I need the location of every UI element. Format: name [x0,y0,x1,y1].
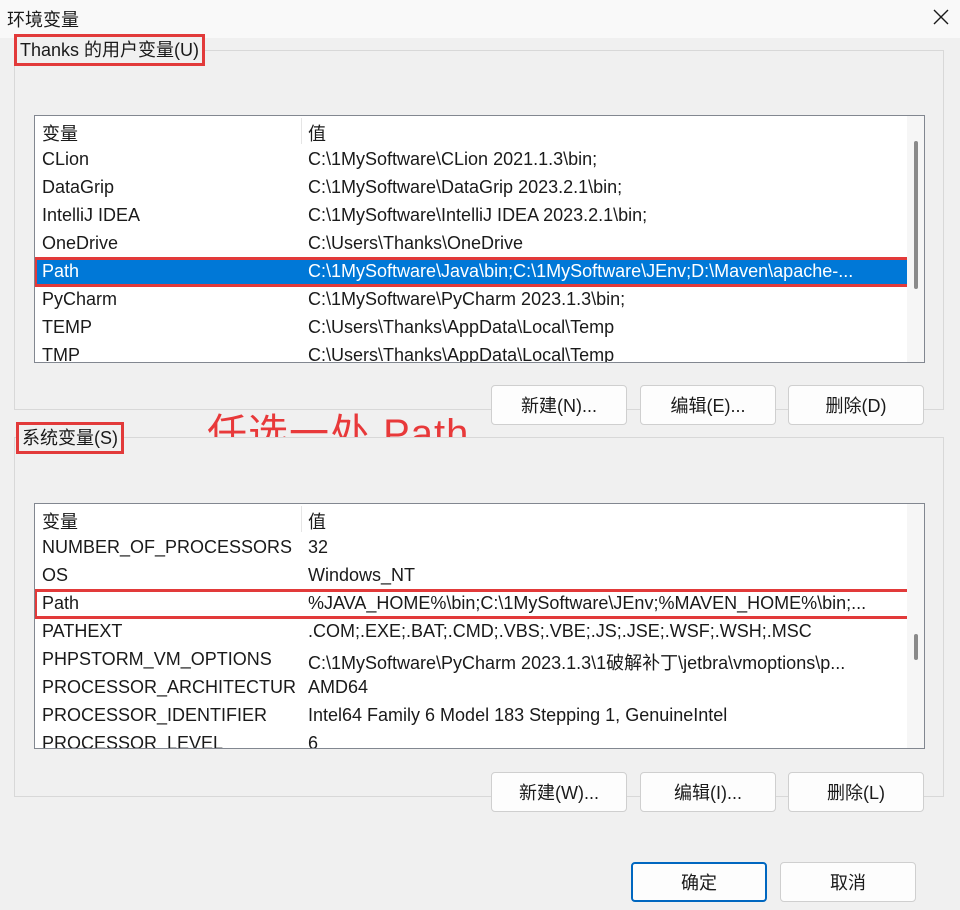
table-row[interactable]: OS Windows_NT [35,562,909,590]
cancel-button[interactable]: 取消 [780,862,916,902]
table-row[interactable]: PROCESSOR_ARCHITECTURE AMD64 [35,674,909,702]
variable-name: IntelliJ IDEA [42,205,141,225]
system-variables-list[interactable]: 变量 值 NUMBER_OF_PROCESSORS 32 OS Windows_NT P… [34,503,925,749]
variable-name: PHPSTORM_VM_OPTIONS [42,649,272,669]
column-header-variable[interactable]: 变量 [42,508,78,534]
table-row[interactable]: PROCESSOR_IDENTIFIER Intel64 Family 6 Mod… [35,702,909,730]
table-row[interactable]: CLion C:\1MySoftware\CLion 2021.1.3\bin; [35,146,909,174]
table-row[interactable]: PHPSTORM_VM_OPTIONS C:\1MySoftware\PyChar… [35,646,909,674]
variable-name: PROCESSOR_ARCHITECTURE [42,677,297,697]
table-row[interactable]: IntelliJ IDEA C:\1MySoftware\IntelliJ IDE… [35,202,909,230]
variable-name: Path [42,593,80,613]
variable-value: C:\1MySoftware\IntelliJ IDEA 2023.2.1\bi… [308,205,648,225]
user-variables-rows: CLion C:\1MySoftware\CLion 2021.1.3\bin; D… [35,146,910,363]
user-variables-legend: Thanks 的用户变量(U) [14,34,206,66]
variable-name: PATHEXT [42,621,123,641]
variable-value: %JAVA_HOME%\bin;C:\1MySoftware\JEnv;%MAV… [308,593,867,613]
variable-name: CLion [42,149,90,169]
user-delete-button[interactable]: 删除(D) [788,385,924,425]
close-button[interactable] [922,0,960,34]
system-list-scrollbar[interactable] [907,504,924,748]
table-row[interactable]: PyCharm C:\1MySoftware\PyCharm 2023.1.3\b… [35,286,909,314]
variable-name: NUMBER_OF_PROCESSORS [42,537,293,557]
column-separator[interactable] [301,506,302,532]
list-header: 变量 值 [35,504,909,534]
variable-value: C:\Users\Thanks\AppData\Local\Temp [308,317,615,337]
system-variables-rows: NUMBER_OF_PROCESSORS 32 OS Windows_NT Path %J… [35,534,910,749]
variable-value: C:\Users\Thanks\AppData\Local\Temp [308,345,615,363]
variable-name: DataGrip [42,177,115,197]
variable-value: C:\Users\Thanks\OneDrive [308,233,524,253]
table-row[interactable]: Path C:\1MySoftware\Java\bin;C:\1MySoftwa… [35,257,910,287]
variable-name: PROCESSOR_IDENTIFIER [42,705,268,725]
variable-value: C:\1MySoftware\PyCharm 2023.1.3\bin; [308,289,626,309]
system-edit-button[interactable]: 编辑(I)... [640,772,776,812]
column-header-variable[interactable]: 变量 [42,120,78,146]
table-row[interactable]: Path %JAVA_HOME%\bin;C:\1MySoftware\JEnv;… [35,589,910,619]
ok-button[interactable]: 确定 [631,862,767,902]
variable-value: .COM;.EXE;.BAT;.CMD;.VBS;.VBE;.JS;.JSE;.… [308,621,812,641]
table-row[interactable]: PATHEXT .COM;.EXE;.BAT;.CMD;.VBS;.VBE;.JS… [35,618,909,646]
table-row[interactable]: PROCESSOR_LEVEL 6 [35,730,909,749]
system-delete-button[interactable]: 删除(L) [788,772,924,812]
table-row[interactable]: DataGrip C:\1MySoftware\DataGrip 2023.2.1… [35,174,909,202]
variable-value: 32 [308,537,329,557]
close-icon [933,9,949,25]
user-new-button[interactable]: 新建(N)... [491,385,627,425]
table-row[interactable]: NUMBER_OF_PROCESSORS 32 [35,534,909,562]
variable-name: OneDrive [42,233,119,253]
scrollbar-thumb[interactable] [914,141,918,289]
variable-name: PyCharm [42,289,118,309]
variable-value: C:\1MySoftware\DataGrip 2023.2.1\bin; [308,177,623,197]
variable-value: Windows_NT [308,565,416,585]
table-row[interactable]: TEMP C:\Users\Thanks\AppData\Local\Temp [35,314,909,342]
table-row[interactable]: TMP C:\Users\Thanks\AppData\Local\Temp [35,342,909,363]
user-edit-button[interactable]: 编辑(E)... [640,385,776,425]
variable-value: C:\1MySoftware\CLion 2021.1.3\bin; [308,149,598,169]
variable-name: TEMP [42,317,93,337]
column-header-value[interactable]: 值 [308,120,326,146]
window-title: 环境变量 [7,10,79,30]
system-new-button[interactable]: 新建(W)... [491,772,627,812]
variable-value: Intel64 Family 6 Model 183 Stepping 1, G… [308,705,728,725]
system-variables-legend: 系统变量(S) [16,422,124,454]
variable-name: Path [42,261,80,281]
title-bar: 环境变量 [0,0,960,38]
scrollbar-thumb[interactable] [914,634,918,660]
variable-value: AMD64 [308,677,369,697]
user-variables-list[interactable]: 变量 值 CLion C:\1MySoftware\CLion 2021.1.3\… [34,115,925,363]
column-header-value[interactable]: 值 [308,508,326,534]
variable-name: OS [42,565,69,585]
column-separator[interactable] [301,118,302,144]
variable-name: PROCESSOR_LEVEL [42,733,224,749]
variable-value: C:\1MySoftware\Java\bin;C:\1MySoftware\J… [308,261,854,281]
user-list-scrollbar[interactable] [907,116,924,362]
variable-value: 6 [308,733,319,749]
variable-name: TMP [42,345,80,363]
variable-value: C:\1MySoftware\PyCharm 2023.1.3\1破解补丁\je… [308,653,846,673]
list-header: 变量 值 [35,116,909,146]
table-row[interactable]: OneDrive C:\Users\Thanks\OneDrive [35,230,909,258]
